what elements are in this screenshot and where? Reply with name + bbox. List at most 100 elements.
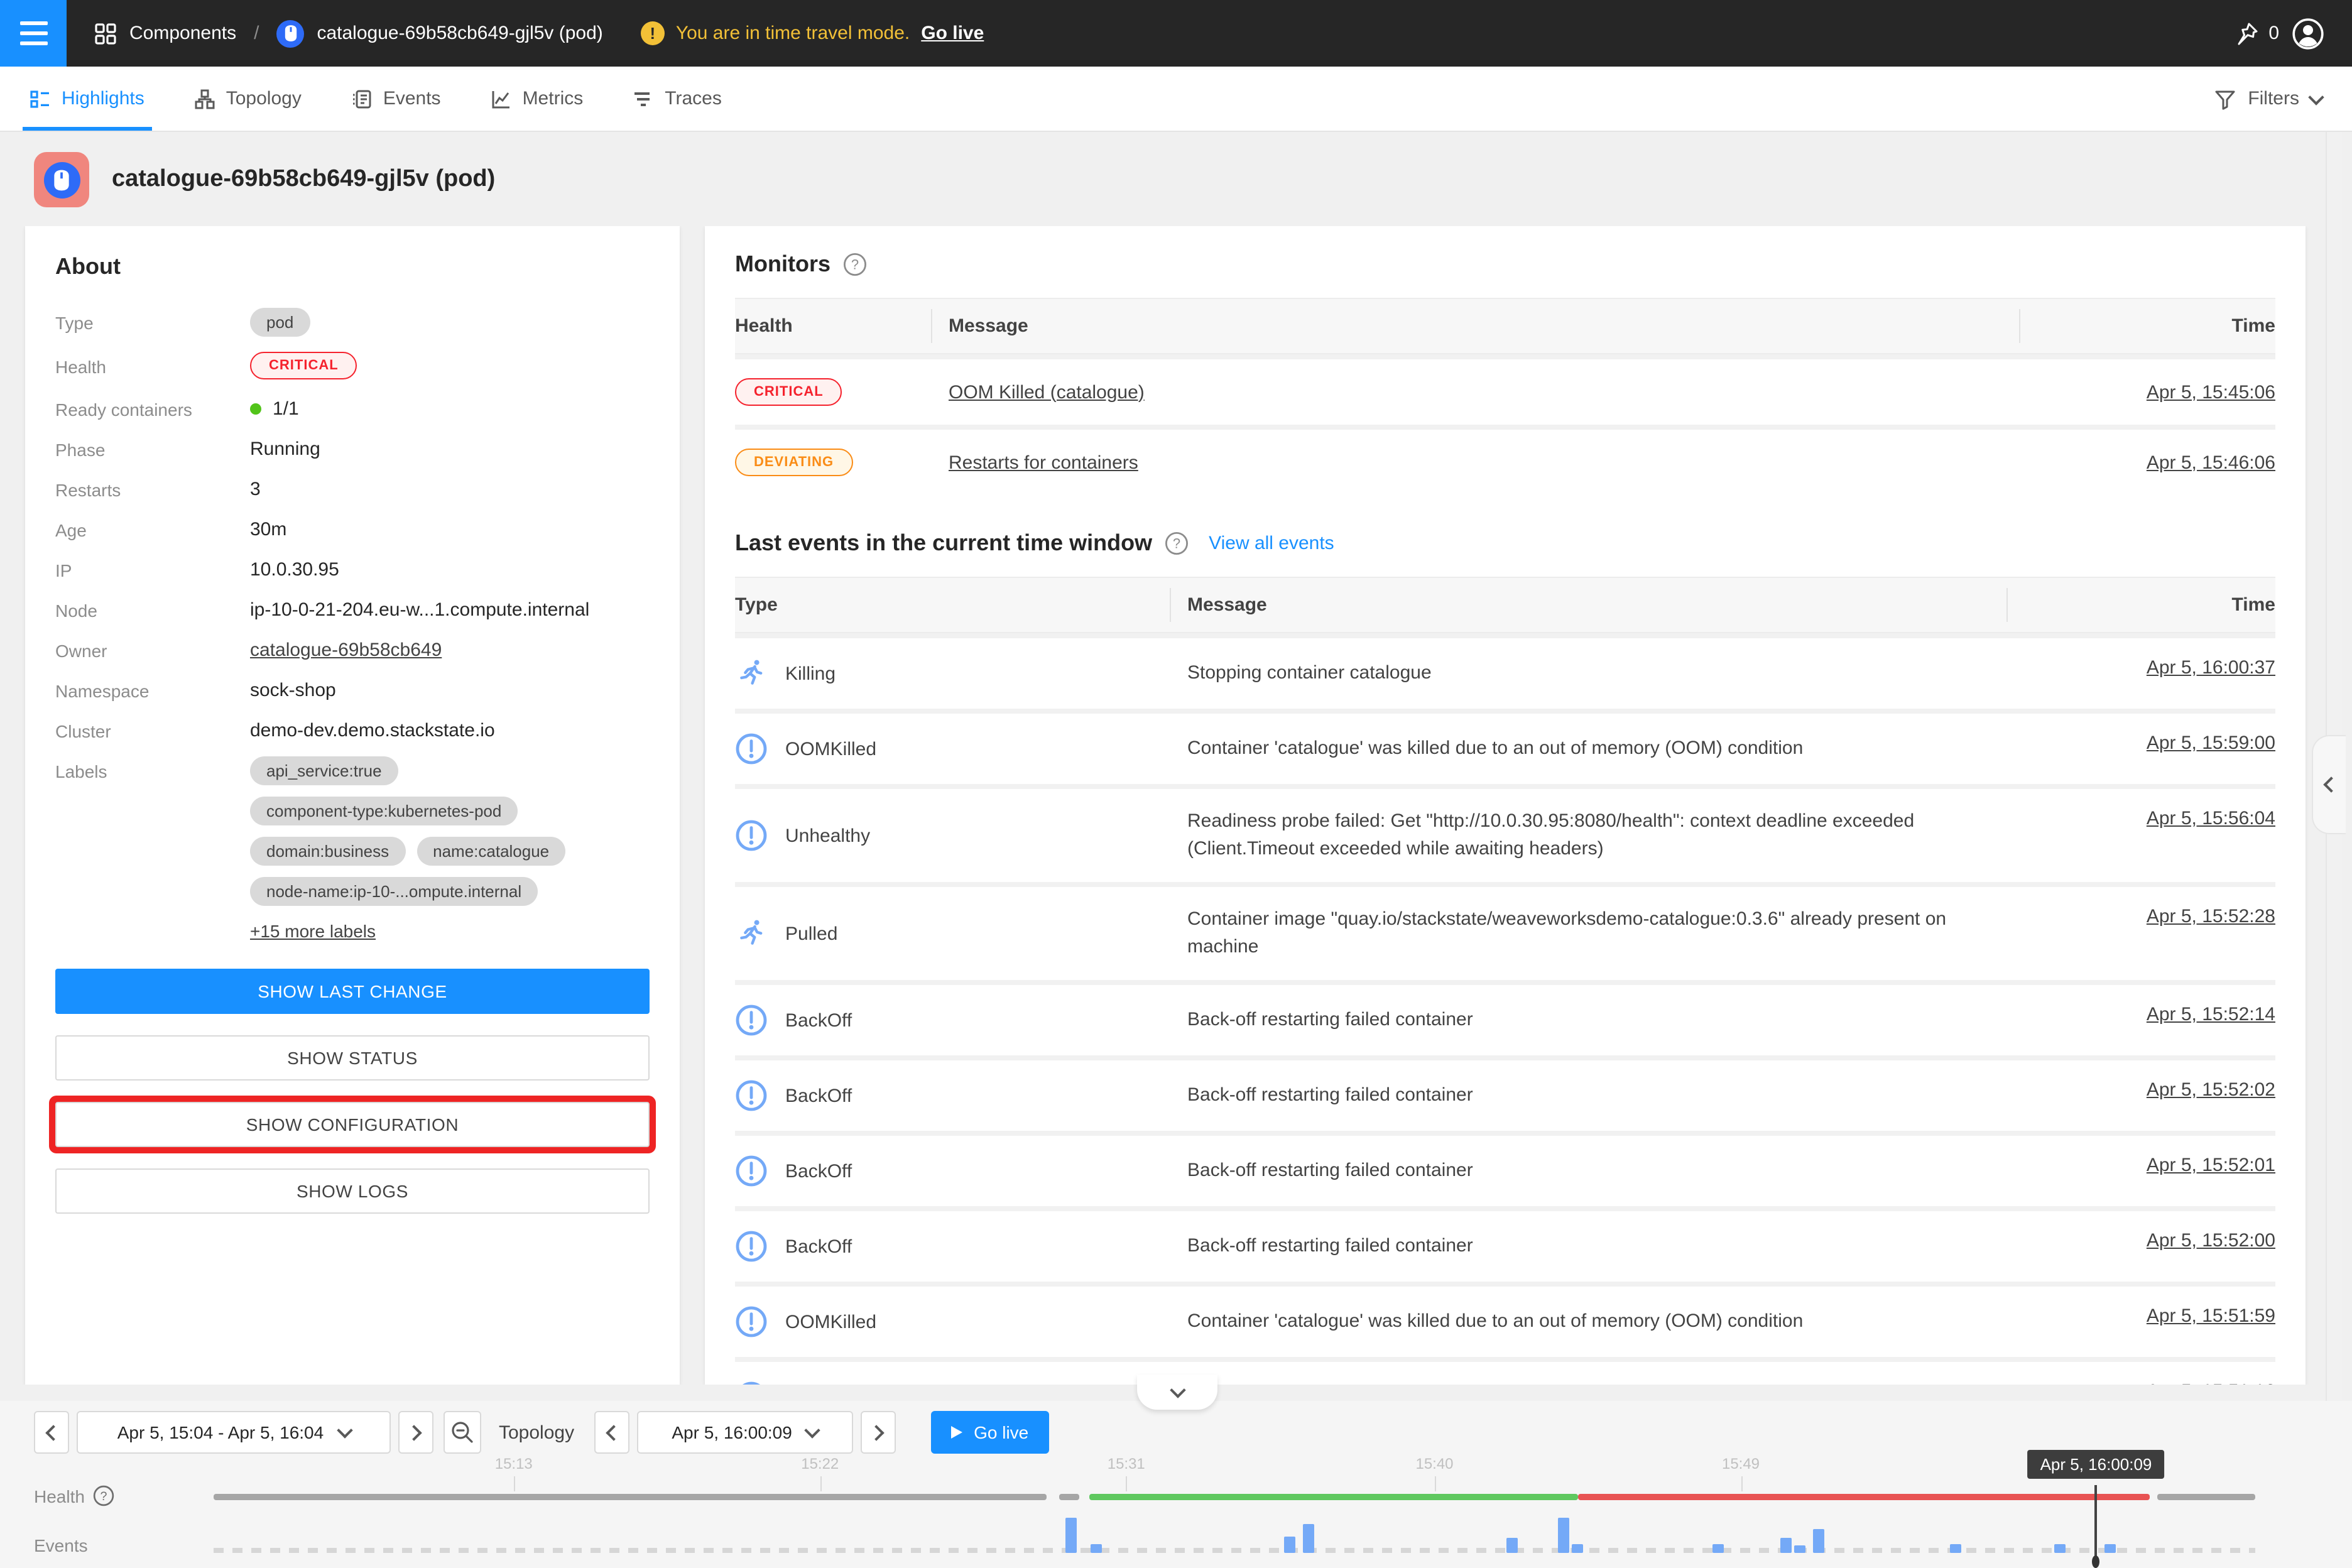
event-type: Unhealthy <box>785 825 870 846</box>
tab-label: Events <box>383 88 441 109</box>
help-icon[interactable]: ? <box>94 1485 115 1506</box>
event-bar[interactable] <box>1302 1524 1314 1553</box>
monitors-table-header: HealthMessageTime <box>735 298 2275 354</box>
time-next-button[interactable] <box>861 1411 896 1454</box>
event-type: BackOff <box>785 1236 852 1257</box>
tick-mark <box>1741 1476 1742 1491</box>
tab-topology[interactable]: Topology <box>195 67 302 131</box>
event-time-link[interactable]: Apr 5, 15:51:16 <box>2147 1381 2275 1385</box>
breadcrumb-entity[interactable]: catalogue-69b58cb649-gjl5v (pod) <box>317 23 602 44</box>
event-bar[interactable] <box>1813 1529 1824 1553</box>
tab-highlights[interactable]: Highlights <box>30 67 144 131</box>
event-bar[interactable] <box>2104 1544 2116 1553</box>
help-icon[interactable]: ? <box>843 253 867 276</box>
monitor-message-link[interactable]: OOM Killed (catalogue) <box>949 381 1145 403</box>
menu-button[interactable] <box>0 0 67 67</box>
breadcrumb-components[interactable]: Components <box>129 23 236 44</box>
event-time-link[interactable]: Apr 5, 15:52:28 <box>2147 906 2275 927</box>
monitor-message-link[interactable]: Restarts for containers <box>949 452 1138 473</box>
event-time-link[interactable]: Apr 5, 15:52:00 <box>2147 1230 2275 1251</box>
event-bar[interactable] <box>1572 1544 1583 1553</box>
show-logs-button[interactable]: SHOW LOGS <box>55 1168 650 1214</box>
avatar[interactable] <box>2292 17 2324 50</box>
event-bar[interactable] <box>1780 1538 1792 1553</box>
alert-icon <box>735 732 768 765</box>
events-table: Killing Stopping container catalogue Apr… <box>735 633 2275 1385</box>
expand-events-button[interactable] <box>1137 1375 1217 1410</box>
event-time-link[interactable]: Apr 5, 15:52:01 <box>2147 1155 2275 1176</box>
topology-time-picker[interactable]: Apr 5, 16:00:09 <box>637 1411 853 1454</box>
event-bar[interactable] <box>1949 1544 1961 1553</box>
time-range-picker[interactable]: Apr 5, 15:04 - Apr 5, 16:04 <box>77 1411 391 1454</box>
pin-button[interactable]: 0 <box>2233 21 2279 46</box>
go-live-button[interactable]: Go live <box>931 1411 1048 1454</box>
svg-text:?: ? <box>101 1489 107 1503</box>
time-marker-dot[interactable] <box>2093 1555 2100 1568</box>
show-configuration-button[interactable]: SHOW CONFIGURATION <box>55 1102 650 1147</box>
chevron-down-icon <box>336 1422 352 1438</box>
field-label: Namespace <box>55 676 250 701</box>
svg-text:?: ? <box>1173 536 1180 552</box>
tab-events[interactable]: Events <box>352 67 441 131</box>
tick-mark <box>1126 1476 1128 1491</box>
column-header: Time <box>2037 299 2275 353</box>
event-bar[interactable] <box>1284 1537 1295 1553</box>
tab-metrics[interactable]: Metrics <box>491 67 584 131</box>
collapse-panel-button[interactable] <box>2312 735 2346 834</box>
show-last-change-button[interactable]: SHOW LAST CHANGE <box>55 969 650 1014</box>
about-field: Labelsapi_service:truecomponent-type:kub… <box>55 756 650 941</box>
tab-label: Traces <box>665 88 722 109</box>
field-label: Phase <box>55 435 250 460</box>
more-labels-link[interactable]: +15 more labels <box>250 921 376 941</box>
pod-type-badge <box>34 152 89 207</box>
alert-icon <box>735 1381 768 1385</box>
timeline-chart[interactable]: 15:1315:2215:3115:4015:49Apr 5, 16:00:09 <box>214 1452 2255 1568</box>
warning-icon: ! <box>641 21 665 45</box>
zoom-out-button[interactable] <box>444 1411 481 1454</box>
event-time-link[interactable]: Apr 5, 15:52:02 <box>2147 1079 2275 1101</box>
components-grid-icon <box>94 22 117 45</box>
pin-icon <box>2233 21 2258 46</box>
event-bar[interactable] <box>1794 1545 1805 1553</box>
time-travel-banner: ! You are in time travel mode. Go live <box>641 21 984 45</box>
range-next-button[interactable] <box>398 1411 433 1454</box>
alert-icon <box>735 1004 768 1037</box>
show-status-button[interactable]: SHOW STATUS <box>55 1035 650 1081</box>
about-field: Age30m <box>55 515 650 540</box>
tick-label: 15:49 <box>1722 1455 1760 1473</box>
event-bar[interactable] <box>1712 1544 1724 1553</box>
monitor-time-link[interactable]: Apr 5, 15:45:06 <box>2147 381 2275 403</box>
event-row: OOMKilled Container 'catalogue' was kill… <box>735 709 2275 784</box>
topology-time-label: Topology <box>499 1422 574 1443</box>
event-time-link[interactable]: Apr 5, 15:52:14 <box>2147 1004 2275 1025</box>
go-live-link[interactable]: Go live <box>921 23 984 44</box>
field-label: Restarts <box>55 475 250 500</box>
monitor-status-badge: CRITICAL <box>735 378 842 406</box>
events-icon <box>352 89 372 109</box>
event-type: BackOff <box>785 1010 852 1031</box>
help-icon[interactable]: ? <box>1165 531 1189 555</box>
alert-icon <box>735 1305 768 1338</box>
tab-traces[interactable]: Traces <box>633 67 722 131</box>
filters-button[interactable]: Filters <box>2214 87 2322 110</box>
range-prev-button[interactable] <box>34 1411 69 1454</box>
field-value: 3 <box>250 475 261 500</box>
event-type: OOMKilled <box>785 738 876 760</box>
monitor-time-link[interactable]: Apr 5, 15:46:06 <box>2147 452 2275 473</box>
view-all-events-link[interactable]: View all events <box>1209 533 1334 554</box>
svg-text:?: ? <box>851 257 859 273</box>
time-prev-button[interactable] <box>594 1411 629 1454</box>
event-bar[interactable] <box>1065 1518 1077 1553</box>
monitor-row: CRITICAL OOM Killed (catalogue) Apr 5, 1… <box>735 354 2275 425</box>
owner-link[interactable]: catalogue-69b58cb649 <box>250 636 442 661</box>
event-time-link[interactable]: Apr 5, 15:56:04 <box>2147 808 2275 829</box>
event-time-link[interactable]: Apr 5, 15:51:59 <box>2147 1305 2275 1327</box>
event-time-link[interactable]: Apr 5, 15:59:00 <box>2147 732 2275 754</box>
event-bar[interactable] <box>1557 1518 1569 1553</box>
green-dot-icon <box>250 403 261 415</box>
event-bar[interactable] <box>1090 1544 1101 1553</box>
time-marker-line[interactable] <box>2095 1485 2098 1560</box>
event-time-link[interactable]: Apr 5, 16:00:37 <box>2147 657 2275 678</box>
event-bar[interactable] <box>2054 1544 2065 1553</box>
event-bar[interactable] <box>1506 1538 1518 1553</box>
